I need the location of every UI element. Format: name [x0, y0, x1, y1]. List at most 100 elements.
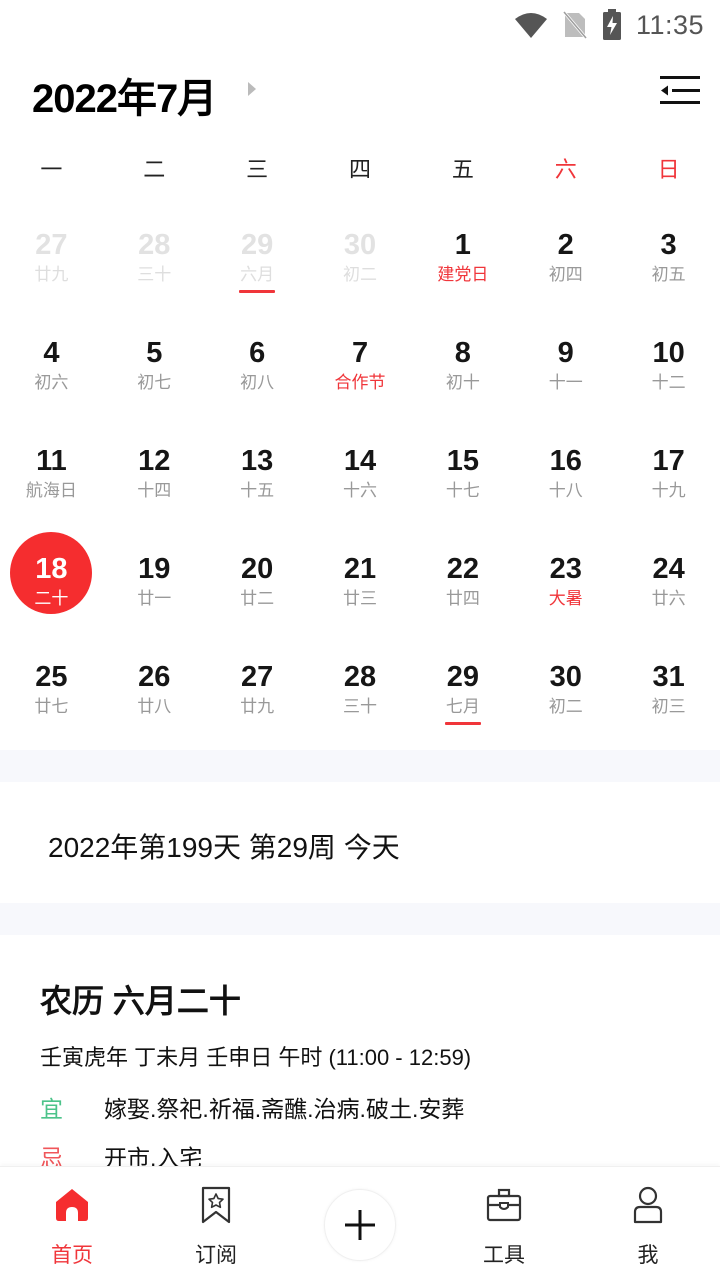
calendar-day[interactable]: 15 十七 [411, 416, 514, 524]
lunar-day-label: 廿三 [343, 589, 377, 608]
lunar-day-label: 初五 [651, 265, 686, 284]
nav-home-label: 首页 [51, 1244, 93, 1267]
calendar-day[interactable]: 27 廿九 [0, 200, 103, 308]
day-number: 28 [343, 661, 377, 693]
day-number: 16 [549, 445, 582, 477]
day-number: 3 [660, 229, 677, 261]
calendar-day[interactable]: 4 初六 [0, 308, 103, 416]
lunar-month-start-marker [444, 722, 481, 725]
calendar-day[interactable]: 20 廿二 [206, 524, 309, 632]
calendar-day[interactable]: 10 十二 [617, 308, 720, 416]
day-number: 28 [138, 229, 171, 261]
day-number: 2 [557, 229, 574, 261]
calendar-day[interactable]: 14 十六 [309, 416, 412, 524]
day-number: 5 [146, 337, 163, 369]
yi-row: 宜 嫁娶.祭祀.祈福.斋醮.治病.破土.安葬 [40, 1090, 464, 1124]
lunar-day-label: 十六 [343, 481, 377, 500]
calendar-week-row: 11 航海日 12 十四 13 十五 14 十六 15 十七 16 十八 17 十九 [0, 416, 720, 524]
day-number: 20 [241, 553, 274, 585]
section-divider [0, 750, 720, 782]
calendar-day[interactable]: 2 初四 [514, 200, 617, 308]
day-number: 22 [446, 553, 479, 585]
calendar-day[interactable]: 30 初二 [309, 200, 412, 308]
home-icon [56, 1189, 88, 1221]
day-number: 27 [241, 661, 274, 693]
nav-home[interactable]: 首页 [12, 1167, 132, 1280]
calendar-day[interactable]: 3 初五 [617, 200, 720, 308]
menu-collapse-icon[interactable] [658, 70, 702, 110]
calendar-day[interactable]: 25 廿七 [0, 632, 103, 740]
lunar-day-label: 廿七 [34, 697, 69, 716]
yi-label: 宜 [40, 1096, 63, 1122]
lunar-day-label: 初四 [548, 265, 583, 284]
lunar-day-label: 廿八 [137, 697, 172, 716]
toolbox-icon [486, 1188, 522, 1222]
lunar-day-label: 初七 [137, 373, 172, 392]
calendar-day[interactable]: 5 初七 [103, 308, 206, 416]
nav-me[interactable]: 我 [588, 1167, 708, 1280]
day-number: 29 [446, 661, 479, 693]
day-number: 29 [241, 229, 274, 261]
calendar-day[interactable]: 29 七月 [411, 632, 514, 740]
lunar-day-label: 廿四 [445, 589, 480, 608]
calendar-day[interactable]: 19 廿一 [103, 524, 206, 632]
calendar-day[interactable]: 24 廿六 [617, 524, 720, 632]
user-icon [633, 1186, 663, 1224]
lunar-day-label: 初六 [34, 373, 69, 392]
calendar-day[interactable]: 28 三十 [103, 200, 206, 308]
festival-label: 建党日 [437, 265, 489, 284]
weekday-label: 日 [657, 157, 680, 182]
calendar-day[interactable]: 27 廿九 [206, 632, 309, 740]
calendar-day[interactable]: 8 初十 [411, 308, 514, 416]
day-number: 7 [351, 337, 369, 369]
calendar-day[interactable]: 13 十五 [206, 416, 309, 524]
calendar-day[interactable]: 11 航海日 [0, 416, 103, 524]
calendar-day[interactable]: 30 初二 [514, 632, 617, 740]
lunar-date-title: 农历 六月二十 [40, 983, 241, 1019]
calendar-week-row: 4 初六 5 初七 6 初八 7 合作节 8 初十 9 十一 10 十二 [0, 308, 720, 416]
nav-tools[interactable]: 工具 [444, 1167, 564, 1280]
calendar-day[interactable]: 31 初三 [617, 632, 720, 740]
calendar-day[interactable]: 29 六月 [206, 200, 309, 308]
bookmark-star-icon [201, 1186, 231, 1224]
day-info: 2022年第199天 第29周 今天 [48, 832, 400, 863]
lunar-day-label: 十五 [240, 481, 275, 500]
calendar-day[interactable]: 22 廿四 [411, 524, 514, 632]
day-number: 9 [557, 337, 574, 369]
day-number: 27 [35, 229, 68, 261]
lunar-day-label: 廿九 [240, 697, 275, 716]
calendar-day[interactable]: 16 十八 [514, 416, 617, 524]
calendar-week-row: 27 廿九 28 三十 29 六月 30 初二 1 建党日 2 初四 3 初五 [0, 200, 720, 308]
calendar-day[interactable]: 21 廿三 [309, 524, 412, 632]
calendar-day[interactable]: 26 廿八 [103, 632, 206, 740]
day-number: 15 [446, 445, 479, 477]
lunar-day-label: 十八 [548, 481, 583, 500]
calendar-day[interactable]: 9 十一 [514, 308, 617, 416]
day-number: 19 [138, 553, 171, 585]
calendar-grid: 27 廿九 28 三十 29 六月 30 初二 1 建党日 2 初四 3 初五 4 初六 5 初七 6 初八 7 合作节 8… [0, 200, 720, 740]
nav-subscribe[interactable]: 订阅 [156, 1167, 276, 1280]
day-number: 14 [343, 445, 377, 477]
calendar-day[interactable]: 6 初八 [206, 308, 309, 416]
lunar-day-label: 七月 [445, 697, 480, 716]
nav-subscribe-label: 订阅 [195, 1244, 237, 1267]
add-button[interactable] [324, 1189, 396, 1261]
weekday-label: 六 [554, 157, 577, 182]
calendar-day-today[interactable]: 18 二十 [0, 524, 103, 632]
calendar-day[interactable]: 28 三十 [309, 632, 412, 740]
month-title[interactable]: 2022年7月 [32, 66, 217, 124]
calendar-header: 2022年7月 [0, 60, 720, 121]
day-number: 30 [343, 229, 377, 261]
day-number: 26 [138, 661, 171, 693]
calendar-day[interactable]: 7 合作节 [309, 308, 412, 416]
weekday-label: 三 [246, 157, 269, 182]
calendar-day[interactable]: 1 建党日 [411, 200, 514, 308]
calendar-day[interactable]: 23 大暑 [514, 524, 617, 632]
day-number: 21 [343, 553, 377, 585]
day-number: 11 [36, 445, 67, 477]
lunar-day-label: 航海日 [25, 481, 77, 500]
weekday-label: 四 [349, 157, 372, 182]
triangle-right-icon[interactable] [248, 82, 256, 96]
calendar-day[interactable]: 12 十四 [103, 416, 206, 524]
calendar-day[interactable]: 17 十九 [617, 416, 720, 524]
